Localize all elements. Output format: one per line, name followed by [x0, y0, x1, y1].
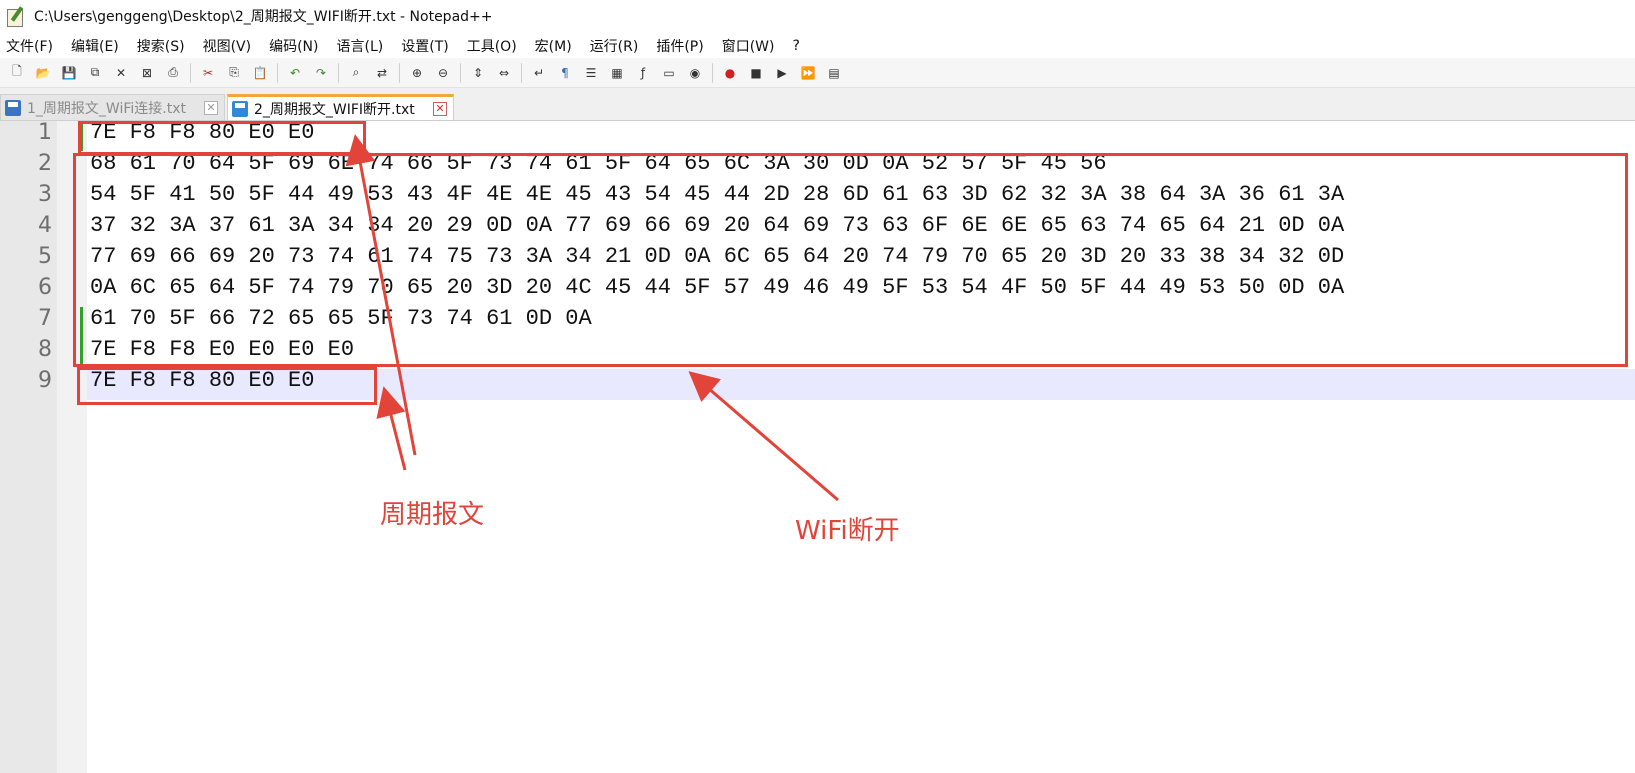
arrow-to-wifi-block: [688, 371, 839, 502]
arrow-to-top-periodic: [345, 134, 417, 456]
arrow-to-bottom-periodic: [376, 386, 407, 471]
annotation-arrows: [345, 134, 839, 502]
annotation-label-wifi-disconnect: WiFi断开: [795, 516, 900, 546]
annotation-label-periodic: 周期报文: [380, 500, 485, 530]
